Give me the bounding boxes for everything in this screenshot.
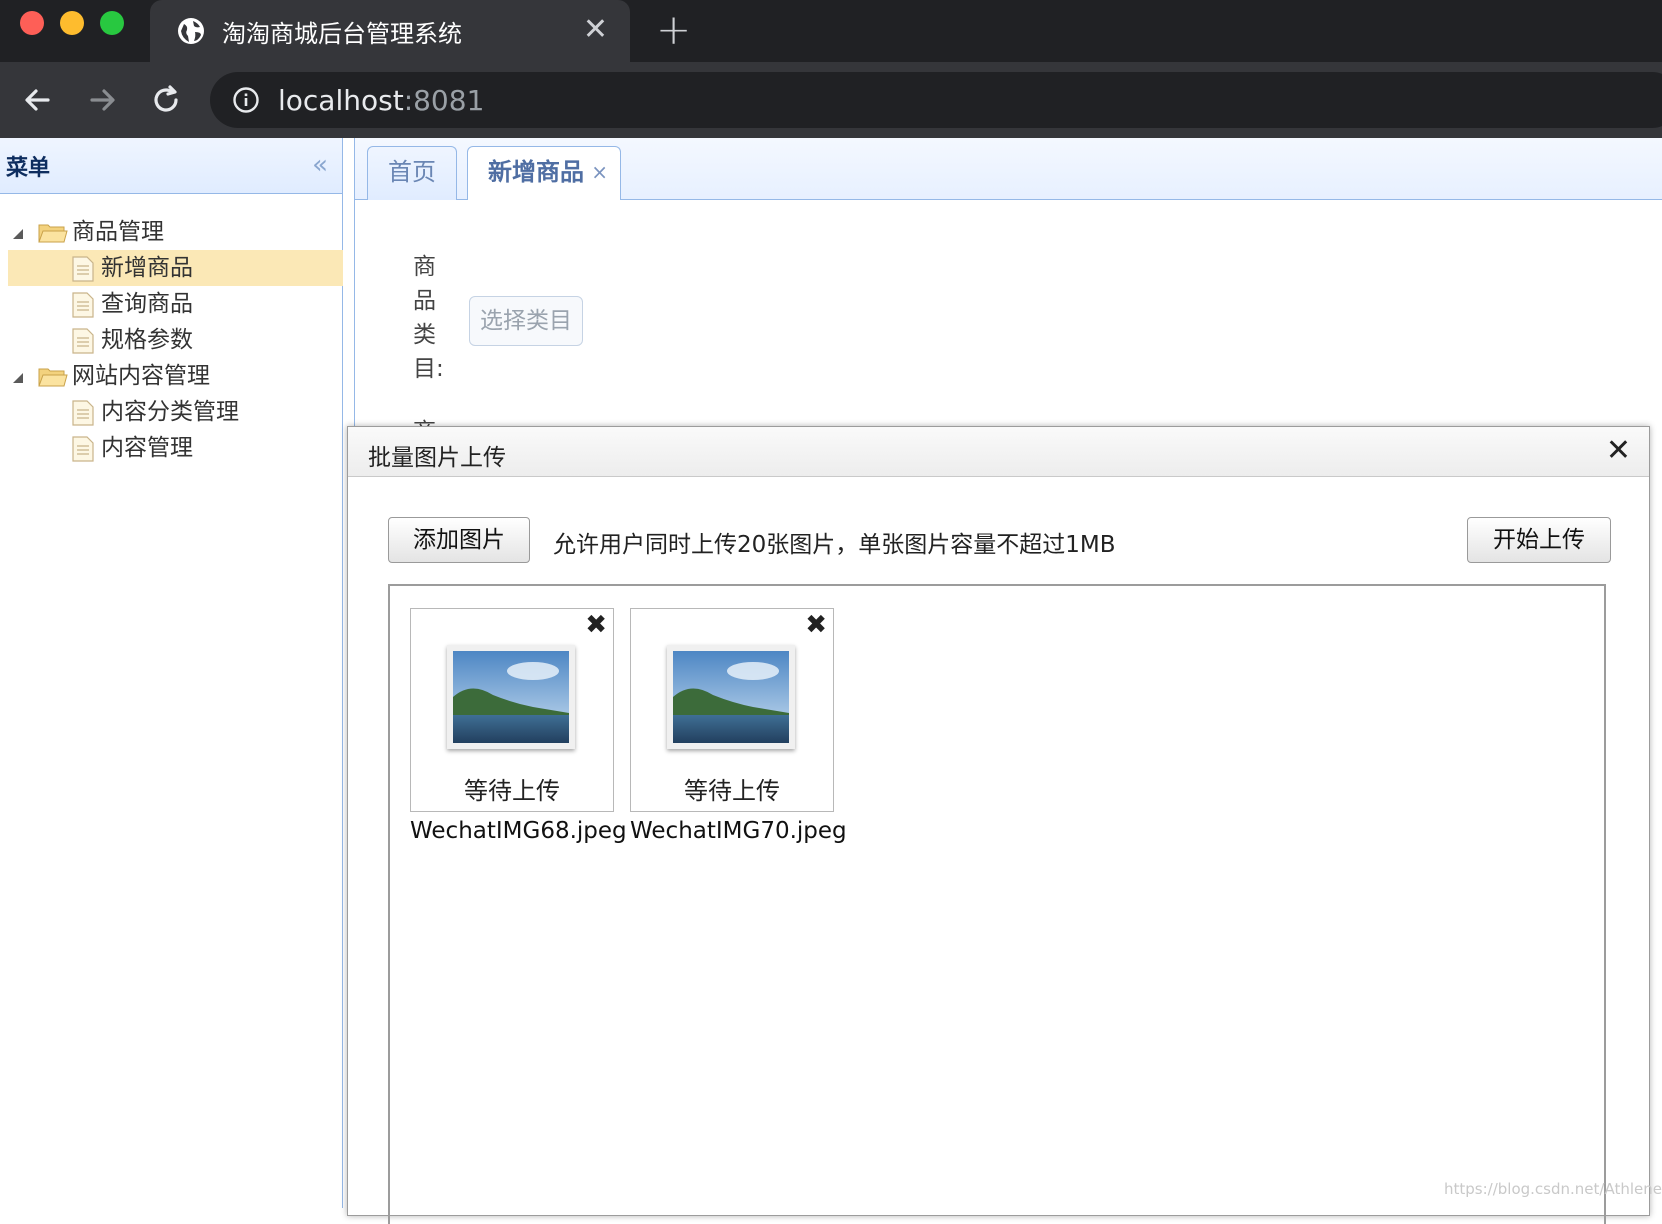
menu-tree: 商品管理 新增商品 查询商品 规格参数 网站内容管理 内容分类管理 内容管理 <box>0 214 343 466</box>
close-dialog-icon[interactable]: ✕ <box>1606 433 1631 469</box>
tree-item-query-product[interactable]: 查询商品 <box>0 286 343 322</box>
tabs-bar: 首页 新增商品 × <box>355 138 1662 201</box>
tab-add-product[interactable]: 新增商品 × <box>467 146 621 201</box>
tree-label: 新增商品 <box>101 255 193 281</box>
file-status: 等待上传 <box>684 777 780 805</box>
file-icon <box>72 292 94 318</box>
file-icon <box>72 328 94 354</box>
label-char: 商 <box>413 254 436 280</box>
address-bar[interactable]: localhost:8081 <box>210 72 1662 128</box>
tab-label: 新增商品 <box>488 158 584 186</box>
west-menu-panel: 菜单 « 商品管理 新增商品 查询商品 规格参数 网站内容管理 内容分类管理 内… <box>0 138 343 1208</box>
tree-item-spec-params[interactable]: 规格参数 <box>0 322 343 358</box>
file-item: ✖ <box>410 608 627 844</box>
dialog-header: 批量图片上传 ✕ <box>348 427 1649 477</box>
tree-label: 内容管理 <box>101 435 193 461</box>
label-char: 目: <box>413 356 444 382</box>
url-port: :8081 <box>403 84 485 117</box>
forward-arrow-icon[interactable] <box>82 80 122 120</box>
close-window-button[interactable] <box>20 11 44 35</box>
choose-category-button[interactable]: 选择类目 <box>469 296 583 346</box>
file-name: WechatIMG70.jpeg <box>630 818 847 844</box>
globe-icon <box>178 18 204 44</box>
tree-label: 网站内容管理 <box>72 363 210 389</box>
maximize-window-button[interactable] <box>100 11 124 35</box>
upload-hint: 允许用户同时上传20张图片，单张图片容量不超过1MB <box>553 532 1116 558</box>
category-label: 商 品 类 目: <box>413 250 444 386</box>
browser-titlebar: 淘淘商城后台管理系统 ✕ + <box>0 0 1662 62</box>
file-name: WechatIMG68.jpeg <box>410 818 627 844</box>
dialog-title: 批量图片上传 <box>368 445 506 471</box>
tree-label: 规格参数 <box>101 327 193 353</box>
tree-expanded-icon[interactable] <box>12 228 24 240</box>
close-tab-icon[interactable]: ✕ <box>583 12 608 48</box>
tree-label: 内容分类管理 <box>101 399 239 425</box>
label-char: 品 <box>413 288 436 314</box>
reload-icon[interactable] <box>146 80 186 120</box>
remove-file-icon[interactable]: ✖ <box>805 611 827 639</box>
file-icon <box>72 256 94 282</box>
tree-item-content-category[interactable]: 内容分类管理 <box>0 394 343 430</box>
watermark: https://blog.csdn.net/AthleneA <box>1444 1180 1662 1198</box>
file-icon <box>72 400 94 426</box>
close-tab-icon[interactable]: × <box>591 147 608 197</box>
file-thumbnail-box: ✖ 等待上传 <box>630 608 834 812</box>
minimize-window-button[interactable] <box>60 11 84 35</box>
browser-toolbar: localhost:8081 <box>0 62 1662 138</box>
url-text: localhost:8081 <box>278 84 484 117</box>
remove-file-icon[interactable]: ✖ <box>585 611 607 639</box>
start-upload-button[interactable]: 开始上传 <box>1467 517 1611 563</box>
image-placeholder-icon <box>447 645 575 749</box>
file-list-area: ✖ 等待上传 WechatIMG68.jpeg ✖ 等待上传 WechatIMG… <box>388 584 1606 1224</box>
new-tab-button[interactable]: + <box>656 8 691 52</box>
tab-title: 淘淘商城后台管理系统 <box>222 20 462 48</box>
file-thumbnail-box: ✖ 等待上传 <box>410 608 614 812</box>
info-icon[interactable] <box>232 86 260 114</box>
folder-open-icon <box>38 368 68 387</box>
file-status: 等待上传 <box>464 777 560 805</box>
batch-upload-dialog: 批量图片上传 ✕ 添加图片 允许用户同时上传20张图片，单张图片容量不超过1MB… <box>347 426 1650 1224</box>
back-arrow-icon[interactable] <box>18 80 58 120</box>
image-placeholder-icon <box>667 645 795 749</box>
label-char: 类 <box>413 322 436 348</box>
tree-item-add-product[interactable]: 新增商品 <box>8 250 343 286</box>
tab-home[interactable]: 首页 <box>367 146 457 200</box>
menu-title: 菜单 <box>6 156 51 181</box>
tree-label: 查询商品 <box>101 291 193 317</box>
tree-folder-product-management[interactable]: 商品管理 <box>0 214 343 250</box>
tree-expanded-icon[interactable] <box>12 372 24 384</box>
file-icon <box>72 436 94 462</box>
collapse-panel-icon[interactable]: « <box>312 152 328 178</box>
folder-open-icon <box>38 224 68 243</box>
tree-label: 商品管理 <box>72 219 164 245</box>
file-item: ✖ <box>630 608 847 844</box>
add-images-button[interactable]: 添加图片 <box>388 517 530 563</box>
tree-item-content[interactable]: 内容管理 <box>0 430 343 466</box>
url-host: localhost <box>278 84 404 117</box>
tree-folder-content-management[interactable]: 网站内容管理 <box>0 358 343 394</box>
menu-header: 菜单 « <box>0 138 342 194</box>
browser-tab[interactable]: 淘淘商城后台管理系统 ✕ <box>150 0 630 62</box>
